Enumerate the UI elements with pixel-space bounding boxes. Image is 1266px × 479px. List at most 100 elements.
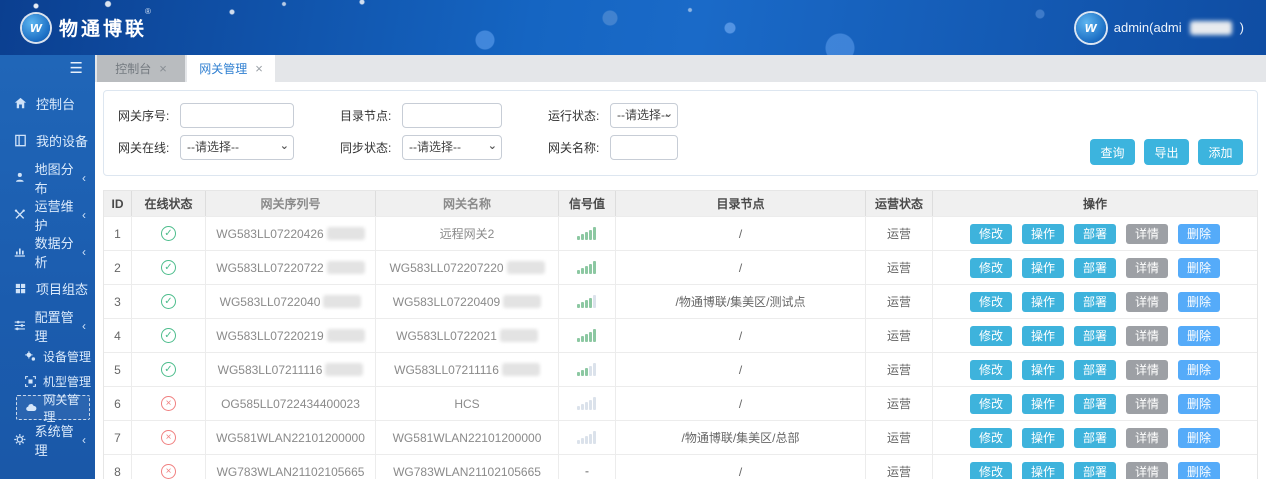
operate-button[interactable]: 操作 — [1022, 428, 1064, 448]
sidebar-item-system-management[interactable]: 系统管理 ‹ — [0, 421, 95, 458]
sidebar-item-project-configuration[interactable]: 项目组态 — [0, 270, 95, 307]
operate-button[interactable]: 操作 — [1022, 224, 1064, 244]
modify-button[interactable]: 修改 — [970, 394, 1012, 414]
delete-button[interactable]: 删除 — [1178, 292, 1220, 312]
redact-box — [502, 363, 540, 376]
cell-op-status: 运营 — [866, 387, 933, 420]
modify-button[interactable]: 修改 — [970, 360, 1012, 380]
sidebar-collapse-toggle[interactable]: ☰ — [0, 55, 95, 81]
user-name-prefix: admin(admi — [1114, 20, 1182, 35]
query-button[interactable]: 查询 — [1090, 139, 1135, 165]
deploy-button[interactable]: 部署 — [1074, 394, 1116, 414]
cell-op-status: 运营 — [866, 421, 933, 454]
sync-state-select[interactable]: --请选择-- ⌄ — [402, 135, 502, 160]
redact-box — [327, 227, 365, 240]
user-account[interactable]: w admin(admi) — [1076, 13, 1244, 43]
collapse-arrow-icon: ‹ — [82, 171, 86, 185]
deploy-button[interactable]: 部署 — [1074, 462, 1116, 479]
delete-button[interactable]: 删除 — [1178, 394, 1220, 414]
operate-button[interactable]: 操作 — [1022, 394, 1064, 414]
close-icon[interactable]: × — [159, 61, 167, 76]
device-icon — [13, 133, 28, 148]
tab-console[interactable]: 控制台 × — [97, 55, 185, 82]
run-state-select[interactable]: --请选择-- ⌄ — [610, 103, 678, 128]
operate-button[interactable]: 操作 — [1022, 360, 1064, 380]
close-icon[interactable]: × — [255, 61, 263, 76]
operate-button[interactable]: 操作 — [1022, 292, 1064, 312]
delete-button[interactable]: 删除 — [1178, 258, 1220, 278]
sidebar-item-my-devices[interactable]: 我的设备 — [0, 122, 95, 159]
cell-name: WG583LL07211116 — [376, 353, 559, 386]
deploy-button[interactable]: 部署 — [1074, 360, 1116, 380]
tab-gateway-management[interactable]: 网关管理 × — [187, 55, 275, 82]
sidebar-item-operation-maintenance[interactable]: 运营维护 ‹ — [0, 196, 95, 233]
operate-button[interactable]: 操作 — [1022, 258, 1064, 278]
gateway-online-select[interactable]: --请选择-- ⌄ — [180, 135, 294, 160]
deploy-button[interactable]: 部署 — [1074, 224, 1116, 244]
collapse-arrow-icon: ‹ — [82, 208, 86, 222]
cell-serial: WG583LL07220426 — [206, 217, 376, 250]
collapse-arrow-icon: ‹ — [82, 433, 86, 447]
status-icon: × — [161, 430, 176, 445]
modify-button[interactable]: 修改 — [970, 224, 1012, 244]
cell-actions: 修改 操作 部署 详情 删除 — [933, 455, 1257, 479]
delete-button[interactable]: 删除 — [1178, 326, 1220, 346]
sidebar-item-device-management[interactable]: 设备管理 — [0, 344, 95, 369]
redact-box — [507, 261, 545, 274]
tools-icon — [13, 207, 27, 222]
delete-button[interactable]: 删除 — [1178, 360, 1220, 380]
delete-button[interactable]: 删除 — [1178, 462, 1220, 479]
detail-button[interactable]: 详情 — [1126, 292, 1168, 312]
gateway-serial-input[interactable] — [180, 103, 294, 128]
detail-button[interactable]: 详情 — [1126, 462, 1168, 479]
sidebar-item-config-management[interactable]: 配置管理 ‹ — [0, 307, 95, 344]
col-header-id: ID — [104, 191, 132, 216]
cell-signal — [559, 251, 616, 284]
gateway-name-input[interactable] — [610, 135, 678, 160]
table-row: 8 × WG783WLAN21102105665 WG783WLAN211021… — [104, 454, 1257, 479]
deploy-button[interactable]: 部署 — [1074, 326, 1116, 346]
cell-online-status: ✓ — [132, 251, 206, 284]
add-button[interactable]: 添加 — [1198, 139, 1243, 165]
modify-button[interactable]: 修改 — [970, 462, 1012, 479]
cell-signal — [559, 387, 616, 420]
detail-button[interactable]: 详情 — [1126, 224, 1168, 244]
collapse-arrow-icon: ‹ — [82, 319, 86, 333]
cell-actions: 修改 操作 部署 详情 删除 — [933, 285, 1257, 318]
cell-serial: WG583LL07220219 — [206, 319, 376, 352]
sidebar-item-map-distribution[interactable]: 地图分布 ‹ — [0, 159, 95, 196]
detail-button[interactable]: 详情 — [1126, 394, 1168, 414]
sidebar-item-console[interactable]: 控制台 — [0, 85, 95, 122]
detail-button[interactable]: 详情 — [1126, 360, 1168, 380]
export-button[interactable]: 导出 — [1144, 139, 1189, 165]
hamburger-icon: ☰ — [70, 59, 83, 77]
signal-icon — [577, 431, 597, 444]
status-icon: ✓ — [161, 226, 176, 241]
operate-button[interactable]: 操作 — [1022, 326, 1064, 346]
cell-serial: WG581WLAN22101200000 — [206, 421, 376, 454]
gateway-table: ID 在线状态 网关序列号 网关名称 信号值 目录节点 运营状态 操作 1 ✓ — [103, 190, 1258, 479]
cell-directory-node: / — [616, 319, 866, 352]
detail-button[interactable]: 详情 — [1126, 326, 1168, 346]
detail-button[interactable]: 详情 — [1126, 428, 1168, 448]
modify-button[interactable]: 修改 — [970, 292, 1012, 312]
modify-button[interactable]: 修改 — [970, 428, 1012, 448]
deploy-button[interactable]: 部署 — [1074, 428, 1116, 448]
user-avatar: w — [1076, 13, 1106, 43]
modify-button[interactable]: 修改 — [970, 258, 1012, 278]
modify-button[interactable]: 修改 — [970, 326, 1012, 346]
operate-button[interactable]: 操作 — [1022, 462, 1064, 479]
sidebar-item-gateway-management[interactable]: 网关管理 — [16, 395, 90, 420]
cell-id: 4 — [104, 319, 132, 352]
col-header-serial: 网关序列号 — [206, 191, 376, 216]
status-icon: ✓ — [161, 328, 176, 343]
detail-button[interactable]: 详情 — [1126, 258, 1168, 278]
delete-button[interactable]: 删除 — [1178, 428, 1220, 448]
sliders-icon — [13, 318, 27, 333]
directory-node-input[interactable] — [402, 103, 502, 128]
cell-name: WG583LL07220409 — [376, 285, 559, 318]
deploy-button[interactable]: 部署 — [1074, 258, 1116, 278]
sidebar-item-data-analysis[interactable]: 数据分析 ‹ — [0, 233, 95, 270]
delete-button[interactable]: 删除 — [1178, 224, 1220, 244]
deploy-button[interactable]: 部署 — [1074, 292, 1116, 312]
